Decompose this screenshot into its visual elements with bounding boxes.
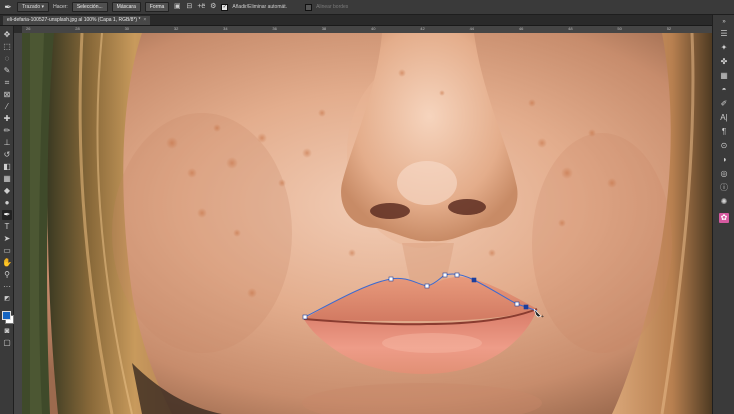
lasso-tool-icon[interactable]: ◌ <box>2 54 12 64</box>
document-canvas[interactable]: + <box>22 33 712 414</box>
screen-mode-icon[interactable]: ▢ <box>2 338 12 348</box>
ruler-tick-label: 40 <box>371 26 376 31</box>
eraser-tool-icon[interactable]: ◧ <box>2 162 12 172</box>
brush-settings-icon[interactable]: ✐ <box>719 99 729 109</box>
ruler-tick-label: 48 <box>568 26 573 31</box>
brush-tool-icon[interactable]: ✏ <box>2 126 12 136</box>
ruler-tick-label: 42 <box>420 26 425 31</box>
frame-tool-icon[interactable]: ⊠ <box>2 90 12 100</box>
ruler-tick-label: 46 <box>518 26 524 31</box>
rectangle-tool-icon[interactable]: ▭ <box>2 246 12 256</box>
path-arrangement-icon[interactable]: +ë <box>197 2 205 12</box>
channels-icon[interactable]: ◑ <box>719 155 729 165</box>
document-tab-bar: eli-defaria-100527-unsplash.jpg al 100% … <box>0 15 734 26</box>
clone-stamp-tool-icon[interactable]: ⊥ <box>2 138 12 148</box>
default-colors-icon[interactable]: ◩ <box>2 294 12 304</box>
paragraph-icon[interactable]: ¶ <box>719 127 729 137</box>
document-tab-title: eli-defaria-100527-unsplash.jpg al 100% … <box>7 17 141 23</box>
options-bar: ✒ Trazado ▾ Hacer: Selección... Máscara … <box>0 0 734 15</box>
ruler-tick-label: 32 <box>173 26 179 31</box>
align-edges-checkbox[interactable] <box>305 3 313 11</box>
auto-add-delete-checkbox[interactable]: ✓ <box>221 3 229 11</box>
ruler-tick-label: 34 <box>223 26 228 31</box>
marquee-tool-icon[interactable]: ⬚ <box>2 42 12 52</box>
auto-add-delete-label: Añadir/Eliminar automát. <box>232 4 288 10</box>
mask-button[interactable]: Máscara <box>111 2 141 12</box>
quick-select-tool-icon[interactable]: ✎ <box>2 66 12 76</box>
ruler-tick-label: 52 <box>666 26 672 31</box>
more-tools-icon[interactable]: ··· <box>2 282 12 292</box>
color-icon[interactable]: ◓ <box>719 85 729 95</box>
quick-mask-icon[interactable]: ◙ <box>2 326 12 336</box>
path-operations-icon[interactable]: ▣ <box>173 2 181 12</box>
ruler-tick-label: 28 <box>75 26 80 31</box>
ruler-tick-label: 30 <box>124 26 130 31</box>
ruler-tick-label: 50 <box>617 26 622 31</box>
tools-panel: ✥ ⬚ ◌ ✎ ⌗ ⊠ ⁄ ✚ ✏ ⊥ ↺ ◧ ▦ ◆ ● ✒ T ➤ ▭ ✋ … <box>0 26 14 414</box>
history-brush-tool-icon[interactable]: ↺ <box>2 150 12 160</box>
ruler-tick-label: 26 <box>26 26 31 31</box>
plugin-icon[interactable]: ✺ <box>719 197 729 207</box>
paths-icon[interactable]: ⊙ <box>719 141 729 151</box>
right-panel-dock: » ☰ ✦ ✤ ▦ ◓ ✐ A| ¶ ⊙ ◑ ◎ ⓘ ✺ ✿ <box>712 15 734 414</box>
selection-button[interactable]: Selección... <box>71 2 108 12</box>
type-tool-icon[interactable]: T <box>2 222 12 232</box>
tool-mode-value: Trazado <box>22 4 41 10</box>
hand-tool-icon[interactable]: ✋ <box>2 258 12 268</box>
blur-tool-icon[interactable]: ◆ <box>2 186 12 196</box>
swatches-icon[interactable]: ▦ <box>719 71 729 81</box>
properties-icon[interactable]: ◎ <box>719 169 729 179</box>
tool-mode-select[interactable]: Trazado ▾ <box>17 2 50 12</box>
eyedropper-tool-icon[interactable]: ⁄ <box>2 102 12 112</box>
pen-tool-icon[interactable]: ✒ <box>3 2 13 12</box>
align-edges-label: Alinear bordes <box>316 4 349 10</box>
ruler-tick-label: 38 <box>321 26 327 31</box>
character-icon[interactable]: A| <box>719 113 729 123</box>
healing-brush-tool-icon[interactable]: ✚ <box>2 114 12 124</box>
close-tab-icon[interactable]: × <box>143 16 146 25</box>
collapse-panels-icon[interactable]: » <box>719 17 729 27</box>
pen-tool-icon[interactable]: ✒ <box>2 210 12 220</box>
path-alignment-icon[interactable]: ⊟ <box>185 2 193 12</box>
layers-icon[interactable]: ☰ <box>719 29 729 39</box>
document-tab[interactable]: eli-defaria-100527-unsplash.jpg al 100% … <box>3 16 151 25</box>
move-tool-icon[interactable]: ✥ <box>2 30 12 40</box>
ruler-tick-label: 44 <box>469 26 475 31</box>
adjustments-icon[interactable]: ✦ <box>719 43 729 53</box>
svg-text:+: + <box>541 314 544 320</box>
gradient-tool-icon[interactable]: ▦ <box>2 174 12 184</box>
extension-icon[interactable]: ✿ <box>719 213 729 223</box>
gear-icon[interactable]: ⚙ <box>209 2 217 12</box>
path-selection-tool-icon[interactable]: ➤ <box>2 234 12 244</box>
photo-face-closeup: + <box>22 33 712 414</box>
styles-icon[interactable]: ✤ <box>719 57 729 67</box>
zoom-tool-icon[interactable]: ⚲ <box>2 270 12 280</box>
info-icon[interactable]: ⓘ <box>719 183 729 193</box>
dodge-tool-icon[interactable]: ● <box>2 198 12 208</box>
shape-button[interactable]: Forma <box>144 2 170 12</box>
ruler-tick-label: 36 <box>272 26 277 31</box>
foreground-color-swatch[interactable] <box>2 311 11 320</box>
make-label: Hacer: <box>53 4 68 10</box>
crop-tool-icon[interactable]: ⌗ <box>2 78 12 88</box>
